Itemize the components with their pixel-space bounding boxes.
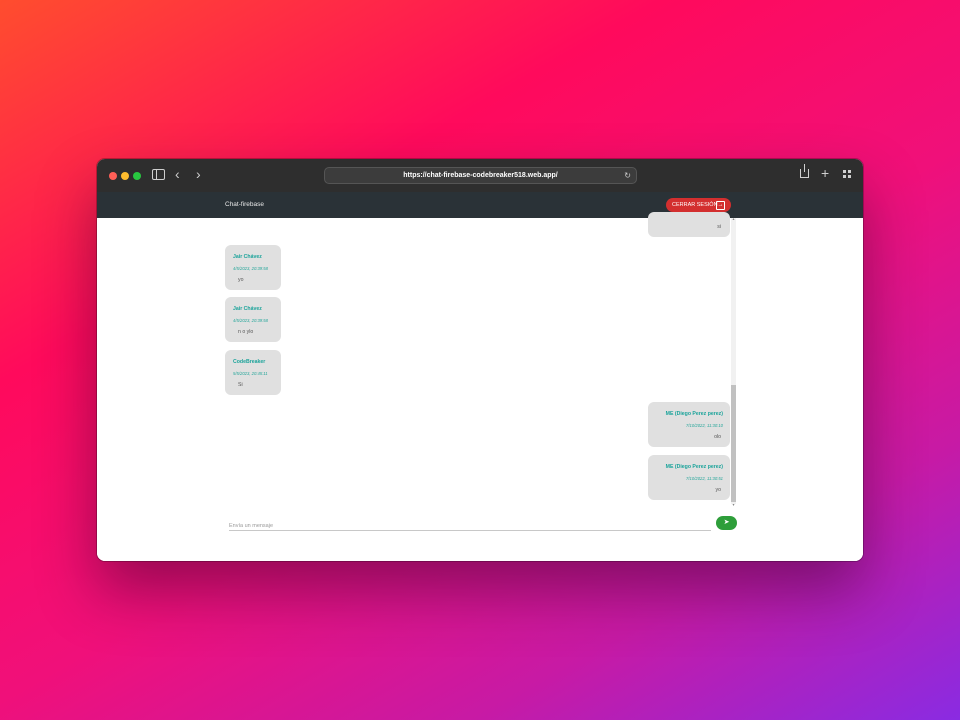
tab-overview-icon[interactable] (843, 170, 851, 178)
scroll-up-icon[interactable]: ▴ (731, 216, 736, 221)
message-text: si (717, 224, 721, 230)
message-input[interactable] (229, 518, 711, 534)
message-text: n o ylo (238, 329, 254, 335)
logout-label: CERRAR SESIÓN (672, 202, 718, 208)
message-text: Si (238, 382, 243, 388)
message-time: 5/5/2023, 20:45:11 (233, 371, 268, 376)
url-bar[interactable]: https://chat-firebase-codebreaker518.web… (324, 167, 637, 184)
send-button[interactable]: ➤ (716, 516, 737, 530)
message-time: 7/10/2022, 11:30:51 (686, 476, 723, 481)
message-bubble: si (648, 212, 730, 237)
app-brand[interactable]: Chat-firebase (225, 201, 264, 208)
message-author: CodeBreaker (233, 359, 266, 365)
url-text: https://chat-firebase-codebreaker518.web… (403, 172, 558, 179)
message-author: Jair Chávez (233, 254, 262, 260)
scroll-down-icon[interactable]: ▾ (731, 502, 736, 507)
share-icon[interactable] (800, 164, 809, 178)
chat-area[interactable]: si Jair Chávez 4/5/2023, 20:39:58 yo Jai… (97, 212, 863, 561)
message-author: Jair Chávez (233, 306, 262, 312)
message-bubble: Jair Chávez 4/5/2023, 20:39:58 yo (225, 245, 281, 290)
forward-icon[interactable]: › (196, 167, 201, 181)
minimize-window-button[interactable] (121, 172, 129, 180)
message-bubble: ME (Diego Perez perez) 7/10/2022, 11:30:… (648, 455, 730, 500)
send-icon: ➤ (723, 519, 730, 526)
scrollbar-thumb[interactable] (731, 385, 736, 502)
message-text: yo (238, 277, 244, 283)
reload-icon[interactable]: ↻ (624, 168, 631, 183)
message-input-wrapper (229, 514, 711, 534)
message-bubble: Jair Chávez 4/5/2023, 20:39:58 n o ylo (225, 297, 281, 342)
back-icon[interactable]: ‹ (175, 167, 180, 181)
logout-button[interactable]: CERRAR SESIÓN → (666, 198, 731, 212)
sidebar-icon[interactable] (152, 169, 165, 180)
close-window-button[interactable] (109, 172, 117, 180)
app-navbar: Chat-firebase CERRAR SESIÓN → (97, 192, 863, 219)
message-bubble: CodeBreaker 5/5/2023, 20:45:11 Si (225, 350, 281, 395)
browser-window: ‹ › https://chat-firebase-codebreaker518… (97, 159, 863, 561)
message-author: ME (Diego Perez perez) (665, 464, 723, 470)
message-text: yo (715, 487, 721, 493)
zoom-window-button[interactable] (133, 172, 141, 180)
new-tab-icon[interactable]: + (821, 166, 829, 180)
message-time: 7/10/2022, 11:30:10 (686, 423, 723, 428)
message-author: ME (Diego Perez perez) (665, 411, 723, 417)
message-time: 4/5/2023, 20:39:58 (233, 318, 268, 323)
message-bubble: ME (Diego Perez perez) 7/10/2022, 11:30:… (648, 402, 730, 447)
logout-icon: → (716, 201, 725, 210)
message-text: olo (714, 434, 721, 440)
message-time: 4/5/2023, 20:39:58 (233, 266, 268, 271)
browser-titlebar: ‹ › https://chat-firebase-codebreaker518… (97, 159, 863, 192)
